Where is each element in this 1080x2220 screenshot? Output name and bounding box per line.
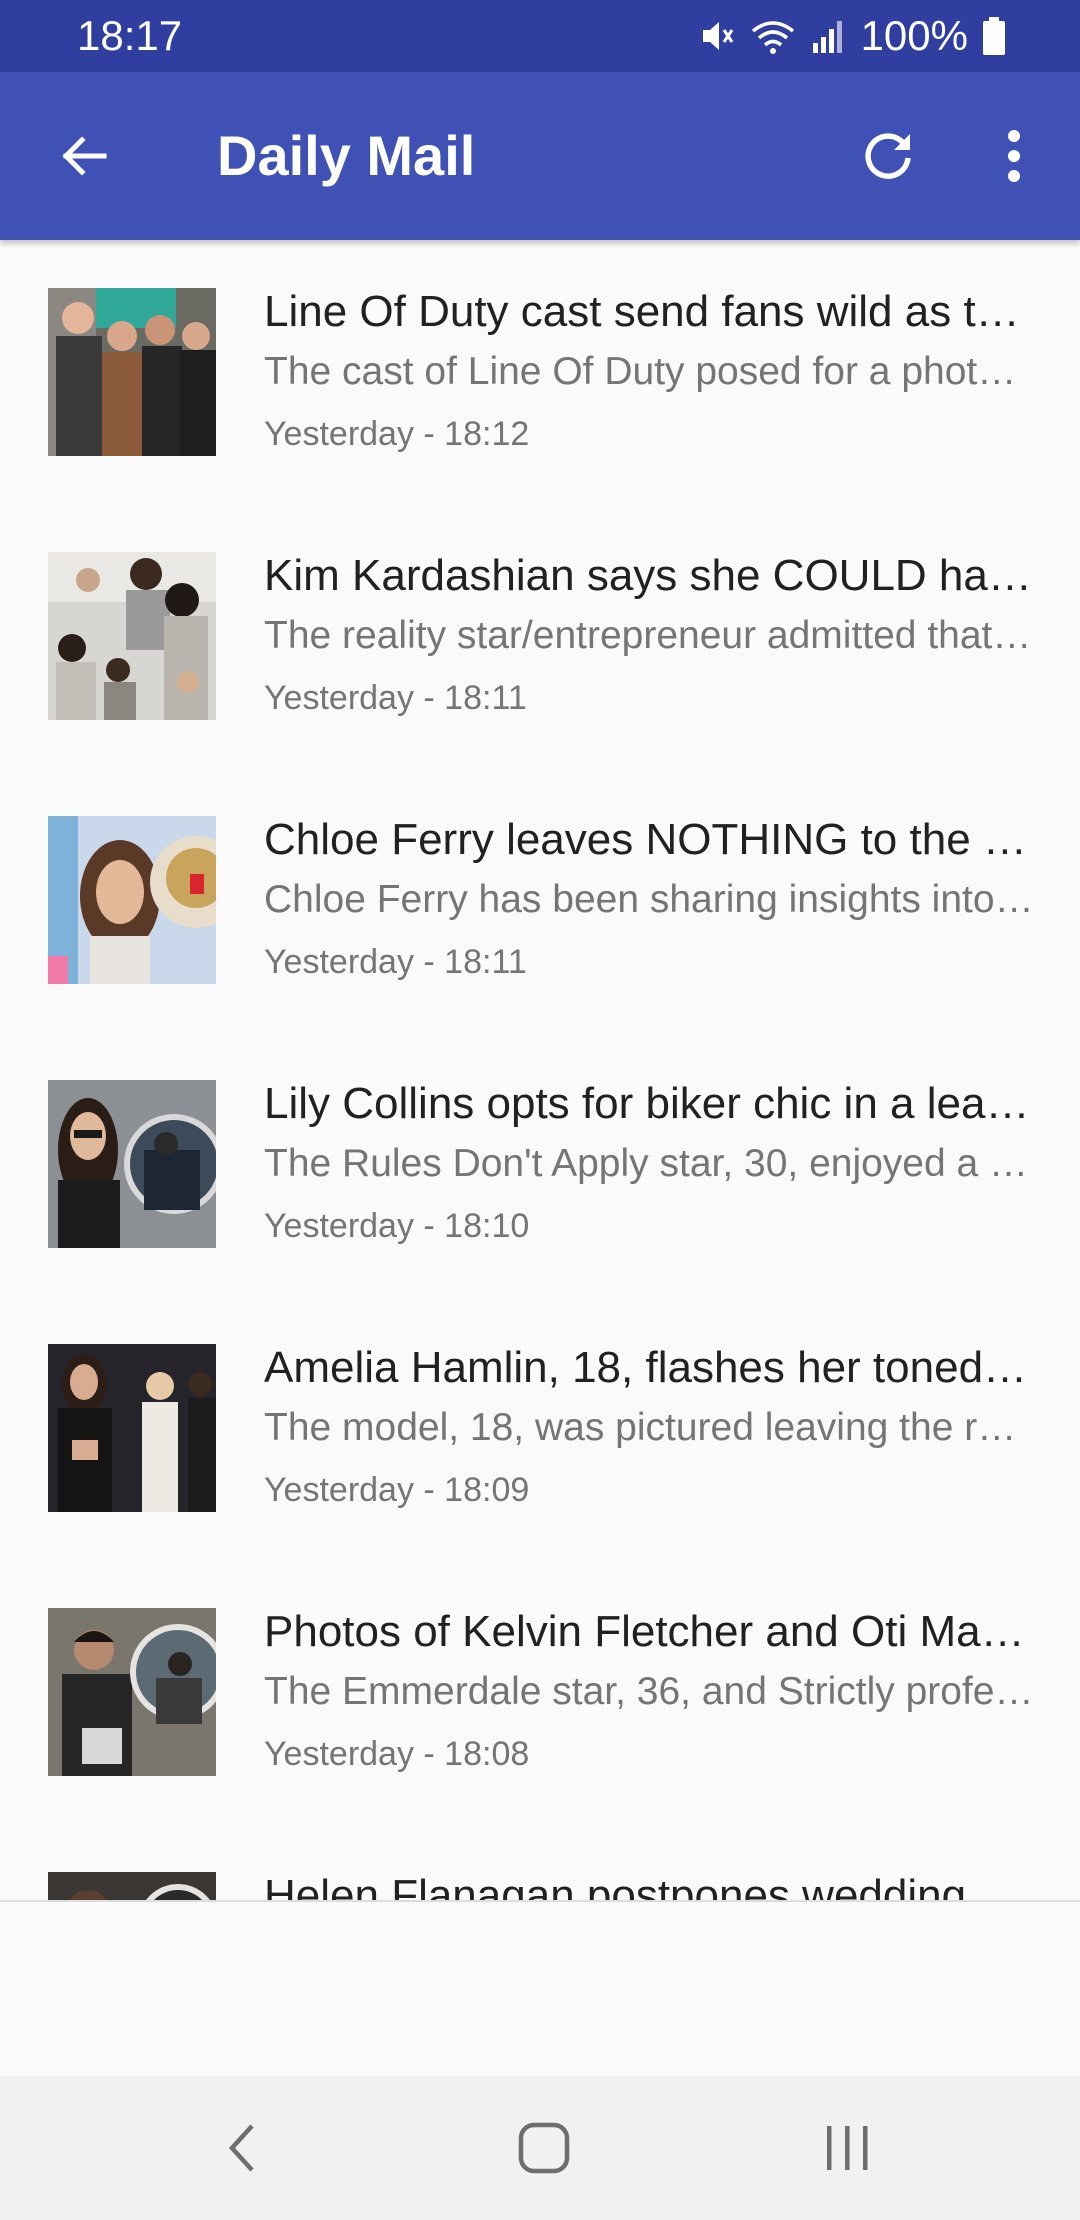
app-bar: Daily Mail [0, 72, 1080, 240]
refresh-icon [865, 133, 911, 179]
article-thumbnail [48, 1080, 216, 1248]
article-headline: Line Of Duty cast send fans wild as they… [264, 287, 1034, 336]
article-summary: The Emmerdale star, 36, and Strictly pro… [264, 1670, 1034, 1713]
more-vert-icon [1008, 130, 1020, 182]
list-item[interactable]: Kim Kardashian says she COULD have more … [0, 504, 1080, 768]
article-headline: Kim Kardashian says she COULD have more … [264, 551, 1034, 600]
article-list[interactable]: Line Of Duty cast send fans wild as they… [0, 240, 1080, 1900]
status-time: 18:17 [77, 12, 183, 59]
article-time: Yesterday - 18:10 [264, 1207, 530, 1245]
article-time: Yesterday - 18:12 [264, 415, 530, 453]
signal-icon [812, 21, 842, 53]
article-thumbnail [48, 1344, 216, 1512]
list-item[interactable]: Helen Flanagan postpones wedding [0, 1824, 1080, 1900]
system-nav-bar [0, 2076, 1080, 2220]
nav-back-button[interactable] [182, 2098, 302, 2198]
footer-area [0, 1902, 1080, 2076]
article-headline: Chloe Ferry leaves NOTHING to the imagin… [264, 815, 1034, 864]
list-item[interactable]: Chloe Ferry leaves NOTHING to the imagin… [0, 768, 1080, 1032]
article-summary: The cast of Line Of Duty posed for a pho… [264, 350, 1034, 393]
nav-home-icon [518, 2122, 570, 2174]
article-headline: Helen Flanagan postpones wedding [264, 1871, 967, 1900]
article-time: Yesterday - 18:08 [264, 1735, 530, 1773]
article-thumbnail [48, 1872, 216, 1900]
back-button[interactable] [40, 112, 128, 200]
article-headline: Photos of Kelvin Fletcher and Oti Mabuse [264, 1607, 1034, 1656]
article-thumbnail [48, 816, 216, 984]
article-summary: The reality star/entrepreneur admitted t… [264, 614, 1034, 657]
status-icons: 100% [697, 10, 1006, 62]
article-summary: The Rules Don't Apply star, 30, enjoyed … [264, 1142, 1034, 1185]
nav-recents-icon [827, 2126, 868, 2170]
article-thumbnail [48, 288, 216, 456]
article-time: Yesterday - 18:09 [264, 1471, 530, 1509]
nav-home-button[interactable] [484, 2098, 604, 2198]
list-item[interactable]: Line Of Duty cast send fans wild as they… [0, 240, 1080, 504]
nav-back-icon [228, 2124, 254, 2172]
wifi-icon [751, 21, 794, 54]
more-options-button[interactable] [970, 112, 1058, 200]
article-time: Yesterday - 18:11 [264, 679, 527, 717]
arrow-back-icon [62, 136, 107, 176]
nav-recents-button[interactable] [787, 2098, 907, 2198]
battery-icon [983, 17, 1005, 55]
article-thumbnail [48, 552, 216, 720]
refresh-button[interactable] [844, 112, 932, 200]
mute-icon [702, 22, 733, 50]
article-summary: Chloe Ferry has been sharing insights in… [264, 878, 1034, 921]
status-bar: 18:17 100% [0, 0, 1080, 72]
article-time: Yesterday - 18:11 [264, 943, 527, 981]
article-summary: The model, 18, was pictured leaving the … [264, 1406, 1034, 1449]
app-title: Daily Mail [217, 124, 476, 187]
list-item[interactable]: Amelia Hamlin, 18, flashes her toned mid… [0, 1296, 1080, 1560]
article-headline: Lily Collins opts for biker chic in a le… [264, 1079, 1034, 1128]
article-headline: Amelia Hamlin, 18, flashes her toned mid… [264, 1343, 1034, 1392]
article-thumbnail [48, 1608, 216, 1776]
list-item[interactable]: Photos of Kelvin Fletcher and Oti Mabuse… [0, 1560, 1080, 1824]
list-item[interactable]: Lily Collins opts for biker chic in a le… [0, 1032, 1080, 1296]
battery-percent: 100% [860, 12, 968, 59]
